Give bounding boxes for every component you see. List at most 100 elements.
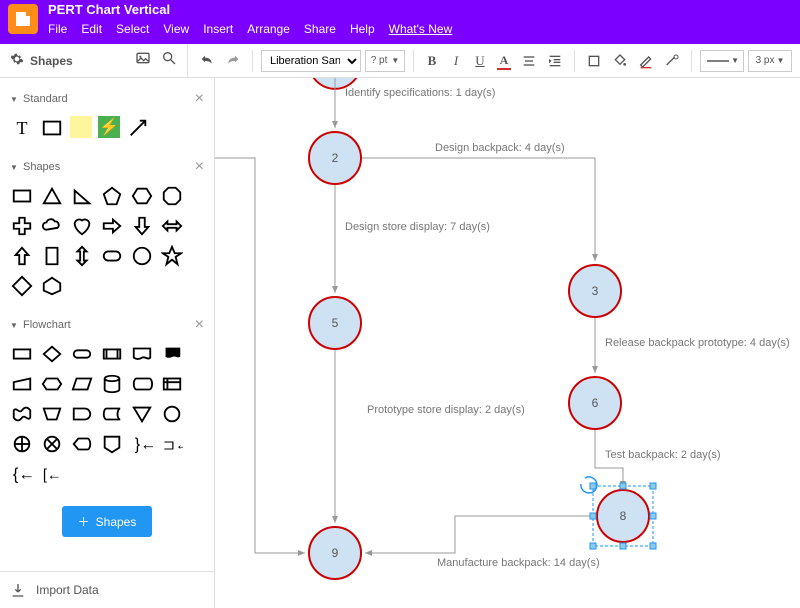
fill-button[interactable] <box>583 50 605 72</box>
bolt-shape[interactable]: ⚡ <box>98 116 120 138</box>
selection-handle[interactable] <box>590 543 596 549</box>
arrow-shape[interactable] <box>126 116 150 140</box>
redo-button[interactable] <box>222 50 244 72</box>
menu-arrange[interactable]: Arrange <box>247 22 290 36</box>
text-color-button[interactable]: A <box>494 50 514 72</box>
menu-select[interactable]: Select <box>116 22 149 36</box>
shape-arrow-up[interactable] <box>10 244 34 268</box>
underline-button[interactable]: U <box>470 50 490 72</box>
fc-brace-right[interactable]: }← <box>130 432 154 456</box>
font-size-select[interactable]: ? pt ▼ <box>365 50 405 72</box>
shape-arrow-updown[interactable] <box>70 244 94 268</box>
fc-decision[interactable] <box>40 342 64 366</box>
italic-button[interactable]: I <box>446 50 466 72</box>
line-color-button[interactable] <box>635 50 657 72</box>
fc-sum[interactable] <box>40 432 64 456</box>
selection-handle[interactable] <box>590 513 596 519</box>
fc-data[interactable] <box>70 372 94 396</box>
selection-handle[interactable] <box>650 483 656 489</box>
shape-arrow-down[interactable] <box>130 214 154 238</box>
edge-label[interactable]: Design store display: 7 day(s) <box>345 221 490 233</box>
text-shape[interactable]: T <box>10 116 34 140</box>
selection-handle[interactable] <box>590 483 596 489</box>
fc-connector[interactable] <box>160 402 184 426</box>
shape-arrow-bidir[interactable] <box>160 214 184 238</box>
fc-offpage[interactable] <box>100 432 124 456</box>
shape-diamond[interactable] <box>10 274 34 298</box>
shape-triangle[interactable] <box>40 184 64 208</box>
menu-whats-new[interactable]: What's New <box>389 22 453 36</box>
add-shapes-button[interactable]: ＋Shapes <box>62 506 153 537</box>
fc-note-right[interactable]: ⊐← <box>160 432 184 456</box>
close-icon[interactable]: × <box>195 158 204 176</box>
fc-or[interactable] <box>10 432 34 456</box>
close-icon[interactable]: × <box>195 316 204 334</box>
search-icon[interactable] <box>161 50 177 71</box>
undo-button[interactable] <box>196 50 218 72</box>
edge-label[interactable]: Prototype store display: 2 day(s) <box>367 404 525 416</box>
shape-stadium[interactable] <box>100 244 124 268</box>
menu-edit[interactable]: Edit <box>81 22 102 36</box>
line-width-select[interactable]: 3 px▼ <box>748 50 792 72</box>
fc-display[interactable] <box>70 432 94 456</box>
bold-button[interactable]: B <box>422 50 442 72</box>
fc-merge[interactable] <box>130 402 154 426</box>
fc-manual-input[interactable] <box>10 372 34 396</box>
edge-label[interactable]: Identify specifications: 1 day(s) <box>345 87 495 99</box>
menu-file[interactable]: File <box>48 22 67 36</box>
shape-hexagon[interactable] <box>130 184 154 208</box>
fc-multidoc[interactable] <box>160 342 184 366</box>
menu-help[interactable]: Help <box>350 22 375 36</box>
shape-right-triangle[interactable] <box>70 184 94 208</box>
fc-direct-data[interactable] <box>130 372 154 396</box>
selection-handle[interactable] <box>620 483 626 489</box>
image-icon[interactable] <box>135 50 151 71</box>
document-title[interactable]: PERT Chart Vertical <box>48 2 452 18</box>
fc-hexagon[interactable] <box>40 372 64 396</box>
shape-pentagon2[interactable] <box>40 274 64 298</box>
fc-delay[interactable] <box>70 402 94 426</box>
indent-button[interactable] <box>544 50 566 72</box>
align-button[interactable] <box>518 50 540 72</box>
shape-star[interactable] <box>160 244 184 268</box>
fc-tape[interactable] <box>10 402 34 426</box>
fc-internal[interactable] <box>160 372 184 396</box>
fc-note-left[interactable]: [← <box>40 462 64 486</box>
shape-bracket[interactable] <box>40 244 64 268</box>
canvas[interactable]: Identify specifications: 1 day(s) Design … <box>215 78 800 608</box>
shape-cloud[interactable] <box>40 214 64 238</box>
edge-label[interactable]: Test backpack: 2 day(s) <box>605 449 721 461</box>
menu-share[interactable]: Share <box>304 22 336 36</box>
font-select[interactable]: Liberation Sans <box>261 50 361 72</box>
shape-heart[interactable] <box>70 214 94 238</box>
fc-stored[interactable] <box>100 402 124 426</box>
fc-terminator[interactable] <box>70 342 94 366</box>
fc-predefined[interactable] <box>100 342 124 366</box>
rectangle-shape[interactable] <box>40 116 64 140</box>
edge-label[interactable]: Manufacture backpack: 14 day(s) <box>437 557 600 569</box>
bucket-button[interactable] <box>609 50 631 72</box>
fc-document[interactable] <box>130 342 154 366</box>
close-icon[interactable]: × <box>195 90 204 108</box>
fc-process[interactable] <box>10 342 34 366</box>
menu-view[interactable]: View <box>163 22 189 36</box>
shape-pentagon[interactable] <box>100 184 124 208</box>
line-style-select[interactable]: ▼ <box>700 50 744 72</box>
gear-icon[interactable] <box>10 52 24 69</box>
line-options-button[interactable] <box>661 50 683 72</box>
shape-circle[interactable] <box>130 244 154 268</box>
shape-cross[interactable] <box>10 214 34 238</box>
edge-label[interactable]: Release backpack prototype: 4 day(s) <box>605 337 790 349</box>
sticky-note-shape[interactable] <box>70 116 92 138</box>
shape-rect[interactable] <box>10 184 34 208</box>
selection-handle[interactable] <box>650 513 656 519</box>
fc-brace-left[interactable]: {← <box>10 462 34 486</box>
shape-arrow-right[interactable] <box>100 214 124 238</box>
import-data-button[interactable]: Import Data <box>0 571 214 608</box>
shape-octagon[interactable] <box>160 184 184 208</box>
menu-insert[interactable]: Insert <box>203 22 233 36</box>
selection-handle[interactable] <box>620 543 626 549</box>
fc-manual-op[interactable] <box>40 402 64 426</box>
edge-label[interactable]: Design backpack: 4 day(s) <box>435 142 565 154</box>
fc-database[interactable] <box>100 372 124 396</box>
